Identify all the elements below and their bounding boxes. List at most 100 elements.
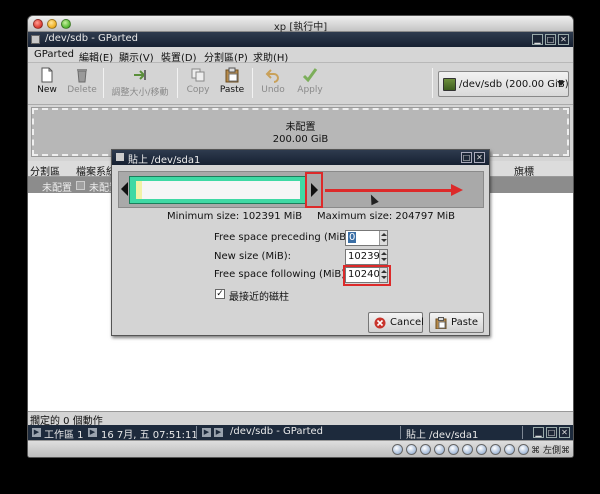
spin-buttons[interactable] bbox=[379, 250, 387, 264]
new-label: New bbox=[37, 85, 57, 95]
partition-block[interactable] bbox=[129, 176, 307, 204]
column-flags[interactable]: 旗標 bbox=[514, 163, 534, 178]
delete-label: Delete bbox=[67, 85, 97, 95]
copy-button[interactable]: Copy bbox=[183, 65, 213, 103]
taskbar-window-paste[interactable]: 貼上 /dev/sda1 bbox=[406, 426, 478, 441]
paste-confirm-label: Paste bbox=[451, 317, 478, 328]
arrow-status-icon[interactable] bbox=[518, 444, 529, 455]
chevron-down-icon bbox=[557, 81, 565, 86]
resize-icon bbox=[134, 70, 146, 80]
free-space-following-label: Free space following (MiB): bbox=[214, 269, 349, 280]
column-filesystem[interactable]: 檔案系統 bbox=[76, 163, 116, 178]
annotation-arrow bbox=[325, 189, 453, 192]
video-capture-status-icon[interactable] bbox=[490, 444, 501, 455]
window-menu-icon[interactable] bbox=[31, 35, 40, 44]
window-menu-icon[interactable] bbox=[116, 153, 124, 161]
minimize-icon[interactable]: ▁ bbox=[533, 427, 544, 438]
triangle-icon[interactable]: ▶ bbox=[32, 428, 41, 437]
device-selector[interactable]: /dev/sdb (200.00 GiB) bbox=[438, 71, 569, 97]
apply-button[interactable]: Apply bbox=[294, 65, 326, 103]
display-status-icon[interactable] bbox=[476, 444, 487, 455]
gparted-window-title: /dev/sdb - GParted bbox=[45, 33, 139, 44]
triangle-icon[interactable]: ▶ bbox=[214, 428, 223, 437]
right-resize-handle[interactable] bbox=[305, 172, 323, 208]
paste-icon bbox=[225, 67, 239, 83]
disk-map-size: 200.00 GiB bbox=[272, 134, 329, 145]
maximize-icon[interactable]: □ bbox=[461, 152, 472, 163]
menu-help[interactable]: 求助(H) bbox=[253, 49, 288, 64]
paste-confirm-button[interactable]: Paste bbox=[429, 312, 484, 333]
row-partition: 未配置 bbox=[42, 183, 72, 194]
new-button[interactable]: New bbox=[33, 65, 61, 103]
partition-used-area bbox=[136, 181, 300, 199]
spin-down-icon bbox=[381, 258, 387, 261]
cancel-label: Cancel bbox=[390, 317, 424, 328]
cd-status-icon[interactable] bbox=[406, 444, 417, 455]
menu-edit[interactable]: 編輯(E) bbox=[79, 49, 113, 64]
network-status-icon[interactable] bbox=[448, 444, 459, 455]
minimum-size-label: Minimum size: 102391 MiB bbox=[167, 211, 303, 222]
menu-device[interactable]: 裝置(D) bbox=[161, 49, 197, 64]
maximize-icon[interactable]: □ bbox=[545, 34, 556, 45]
mouse-integration-status-icon[interactable] bbox=[504, 444, 515, 455]
triangle-icon[interactable]: ▶ bbox=[88, 428, 97, 437]
toolbar-separator bbox=[103, 68, 104, 98]
free-space-preceding-value: 0 bbox=[348, 232, 357, 243]
column-partition[interactable]: 分割區 bbox=[30, 163, 60, 178]
gparted-titlebar: /dev/sdb - GParted ▁ □ ✕ bbox=[28, 32, 573, 47]
spin-up-icon bbox=[381, 252, 387, 255]
taskbar: ▶ 工作區 1 ▶ 16 7月, 五 07:51:11 ▶ ▶ /dev/sdb… bbox=[28, 425, 573, 441]
taskbar-separator bbox=[196, 426, 197, 439]
spin-buttons[interactable] bbox=[379, 268, 387, 282]
close-icon[interactable]: ✕ bbox=[559, 427, 570, 438]
taskbar-window-gparted[interactable]: /dev/sdb - GParted bbox=[230, 426, 323, 437]
menu-partition[interactable]: 分割區(P) bbox=[204, 49, 248, 64]
toolbar: New Delete 調整大小/移動 Copy Paste Undo Apply bbox=[28, 63, 573, 105]
clock: 16 7月, 五 07:51:11 bbox=[101, 430, 198, 441]
taskbar-separator bbox=[400, 426, 401, 439]
shared-folder-status-icon[interactable] bbox=[462, 444, 473, 455]
toolbar-separator bbox=[432, 68, 433, 98]
free-space-preceding-label: Free space preceding (MiB): bbox=[214, 232, 354, 243]
disk-map-label: 未配置 200.00 GiB bbox=[34, 122, 567, 146]
floppy-status-icon[interactable] bbox=[420, 444, 431, 455]
usb-status-icon[interactable] bbox=[434, 444, 445, 455]
cancel-icon bbox=[374, 317, 386, 329]
menu-view[interactable]: 顯示(V) bbox=[119, 49, 154, 64]
maximize-icon[interactable]: □ bbox=[546, 427, 557, 438]
partition-resizer[interactable] bbox=[118, 171, 484, 208]
new-size-input[interactable]: 102391 bbox=[345, 249, 388, 265]
round-to-cylinders-label: 最接近的磁柱 bbox=[229, 292, 289, 303]
maximum-size-label: Maximum size: 204797 MiB bbox=[317, 211, 456, 222]
toolbar-separator bbox=[177, 68, 178, 98]
paste-button[interactable]: Paste bbox=[217, 65, 247, 103]
round-to-cylinders-checkbox[interactable]: ✓ bbox=[215, 289, 225, 299]
delete-button[interactable]: Delete bbox=[66, 65, 98, 103]
free-space-following-input[interactable]: 102406 bbox=[345, 267, 388, 283]
annotation-arrow-head bbox=[451, 184, 463, 196]
cancel-button[interactable]: Cancel bbox=[368, 312, 424, 333]
workspace-label[interactable]: 工作區 1 bbox=[44, 426, 84, 441]
triangle-icon[interactable]: ▶ bbox=[202, 428, 211, 437]
undo-button[interactable]: Undo bbox=[258, 65, 288, 103]
close-icon[interactable]: ✕ bbox=[558, 34, 569, 45]
spin-down-icon bbox=[381, 239, 387, 242]
undo-label: Undo bbox=[261, 85, 285, 95]
paste-dialog: 貼上 /dev/sda1 □ ✕ Minimum size: 102391 Mi… bbox=[111, 149, 490, 336]
left-resize-handle[interactable] bbox=[121, 182, 128, 196]
vm-statusbar: ⌘ 左側⌘ bbox=[28, 440, 573, 457]
vm-titlebar: xp [執行中] bbox=[28, 16, 573, 33]
harddisk-status-icon[interactable] bbox=[392, 444, 403, 455]
mouse-cursor-icon bbox=[367, 192, 379, 206]
minimize-icon[interactable]: ▁ bbox=[532, 34, 543, 45]
taskbar-separator bbox=[522, 426, 523, 439]
free-space-preceding-input[interactable]: 0 bbox=[345, 230, 388, 246]
resize-move-button[interactable]: 調整大小/移動 bbox=[108, 65, 172, 103]
paste-icon bbox=[435, 317, 447, 329]
menu-gparted[interactable]: GParted bbox=[34, 49, 74, 60]
menubar: GParted 編輯(E) 顯示(V) 裝置(D) 分割區(P) 求助(H) bbox=[28, 47, 573, 64]
spin-buttons[interactable] bbox=[379, 231, 387, 245]
spin-down-icon bbox=[381, 276, 387, 279]
close-icon[interactable]: ✕ bbox=[474, 152, 485, 163]
spin-up-icon bbox=[381, 233, 387, 236]
